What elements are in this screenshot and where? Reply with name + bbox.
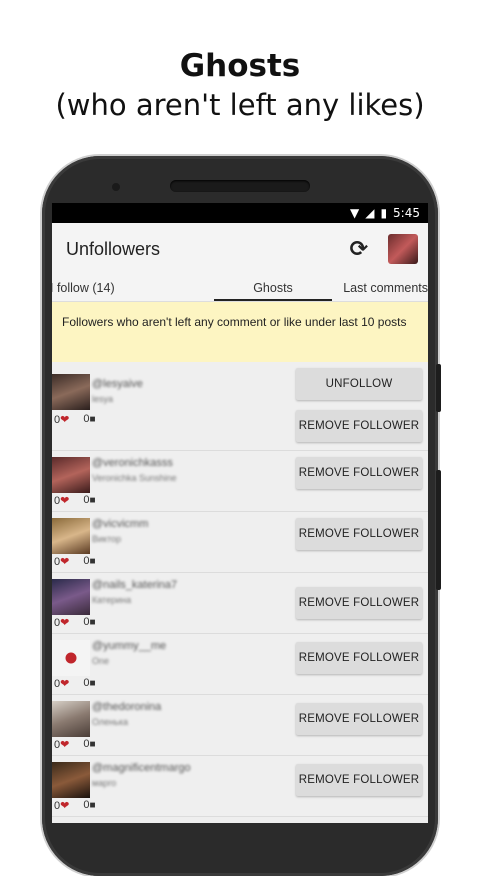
heart-icon: ❤ — [60, 739, 70, 751]
likes-count: 0❤ — [54, 495, 70, 507]
comment-icon: ■ — [89, 678, 96, 689]
promo-subtitle: (who aren't left any likes) — [55, 88, 425, 122]
comments-count: 0■ — [83, 413, 96, 425]
remove-follower-button[interactable]: REMOVE FOLLOWER — [296, 457, 422, 489]
avatar[interactable] — [52, 579, 90, 615]
avatar[interactable] — [52, 457, 90, 493]
list-item: @veronichkasss Veronichka Sunshine 0❤ 0■… — [52, 451, 428, 512]
username: @veronichkasss — [92, 457, 173, 469]
list-item: @vicvicmm Виктор 0❤ 0■ REMOVE FOLLOWER — [52, 512, 428, 573]
tab-ghosts[interactable]: Ghosts — [214, 281, 332, 301]
likes-count: 0❤ — [54, 617, 70, 629]
list-item: @yummy__me One 0❤ 0■ REMOVE FOLLOWER — [52, 634, 428, 695]
likes-count: 0❤ — [54, 739, 70, 751]
comments-count: 0■ — [83, 738, 96, 750]
heart-icon: ❤ — [60, 495, 70, 507]
sync-icon[interactable]: ⟳ — [350, 237, 368, 262]
remove-follower-button[interactable]: REMOVE FOLLOWER — [296, 410, 422, 442]
power-button — [436, 470, 441, 590]
comment-icon: ■ — [89, 414, 96, 425]
promo-title: Ghosts — [179, 48, 301, 84]
comments-count: 0■ — [83, 677, 96, 689]
app-bar: Unfollowers ⟳ — [52, 223, 428, 275]
heart-icon: ❤ — [60, 800, 70, 812]
username: @lesyaive — [92, 378, 143, 390]
full-name: Виктор — [92, 534, 122, 544]
list-item: @magnificentmargo марго 0❤ 0■ REMOVE FOL… — [52, 756, 428, 817]
full-name: Катерина — [92, 595, 132, 605]
comments-count: 0■ — [83, 555, 96, 567]
heart-icon: ❤ — [60, 556, 70, 568]
app-title: Unfollowers — [66, 238, 161, 259]
comments-count: 0■ — [83, 494, 96, 506]
likes-count: 0❤ — [54, 556, 70, 568]
signal-icon: ◢ — [365, 206, 375, 220]
comment-icon: ■ — [89, 617, 96, 628]
battery-icon: ▮ — [380, 206, 388, 220]
heart-icon: ❤ — [60, 678, 70, 690]
full-name: марго — [92, 778, 117, 788]
remove-follower-button[interactable]: REMOVE FOLLOWER — [296, 587, 422, 619]
camera-icon — [112, 183, 120, 191]
tab-bar: I follow (14) Ghosts Last comments — [52, 275, 428, 302]
unfollow-button[interactable]: UNFOLLOW — [296, 368, 422, 400]
heart-icon: ❤ — [60, 414, 70, 426]
username: @yummy__me — [92, 640, 167, 652]
comments-count: 0■ — [83, 799, 96, 811]
username: @nails_katerina7 — [92, 579, 178, 591]
tab-last-comments[interactable]: Last comments — [332, 281, 428, 301]
full-name: lesya — [92, 394, 114, 404]
comment-icon: ■ — [89, 739, 96, 750]
phone-screen: ▼ ◢ ▮ 5:45 Unfollowers ⟳ I follow (14) G… — [52, 203, 428, 823]
avatar[interactable] — [52, 701, 90, 737]
username: @thedoronina — [92, 701, 162, 713]
heart-icon: ❤ — [60, 617, 70, 629]
comments-count: 0■ — [83, 616, 96, 628]
avatar[interactable] — [52, 518, 90, 554]
remove-follower-button[interactable]: REMOVE FOLLOWER — [296, 764, 422, 796]
likes-count: 0❤ — [54, 678, 70, 690]
avatar[interactable] — [52, 640, 90, 676]
remove-follower-button[interactable]: REMOVE FOLLOWER — [296, 518, 422, 550]
volume-button — [436, 364, 441, 412]
remove-follower-button[interactable]: REMOVE FOLLOWER — [296, 642, 422, 674]
speaker-grille — [170, 180, 310, 192]
username: @magnificentmargo — [92, 762, 191, 774]
list-item: @nails_katerina7 Катерина 0❤ 0■ REMOVE F… — [52, 573, 428, 634]
info-banner: Followers who aren't left any comment or… — [52, 302, 428, 362]
status-bar: ▼ ◢ ▮ 5:45 — [52, 203, 428, 223]
avatar[interactable] — [52, 374, 90, 410]
wifi-icon: ▼ — [349, 206, 360, 220]
profile-avatar[interactable] — [388, 234, 418, 264]
comment-icon: ■ — [89, 800, 96, 811]
avatar[interactable] — [52, 762, 90, 798]
full-name: Veronichka Sunshine — [92, 473, 177, 483]
comment-icon: ■ — [89, 495, 96, 506]
username: @vicvicmm — [92, 518, 149, 530]
likes-count: 0❤ — [54, 800, 70, 812]
status-time: 5:45 — [393, 206, 420, 220]
full-name: One — [92, 656, 110, 666]
full-name: Оленька — [92, 717, 128, 727]
list-item: @lesyaive lesya 0❤ 0■ UNFOLLOW REMOVE FO… — [52, 362, 428, 451]
remove-follower-button[interactable]: REMOVE FOLLOWER — [296, 703, 422, 735]
comment-icon: ■ — [89, 556, 96, 567]
list-item: @thedoronina Оленька 0❤ 0■ REMOVE FOLLOW… — [52, 695, 428, 756]
likes-count: 0❤ — [54, 414, 70, 426]
tab-i-follow[interactable]: I follow (14) — [52, 281, 172, 301]
